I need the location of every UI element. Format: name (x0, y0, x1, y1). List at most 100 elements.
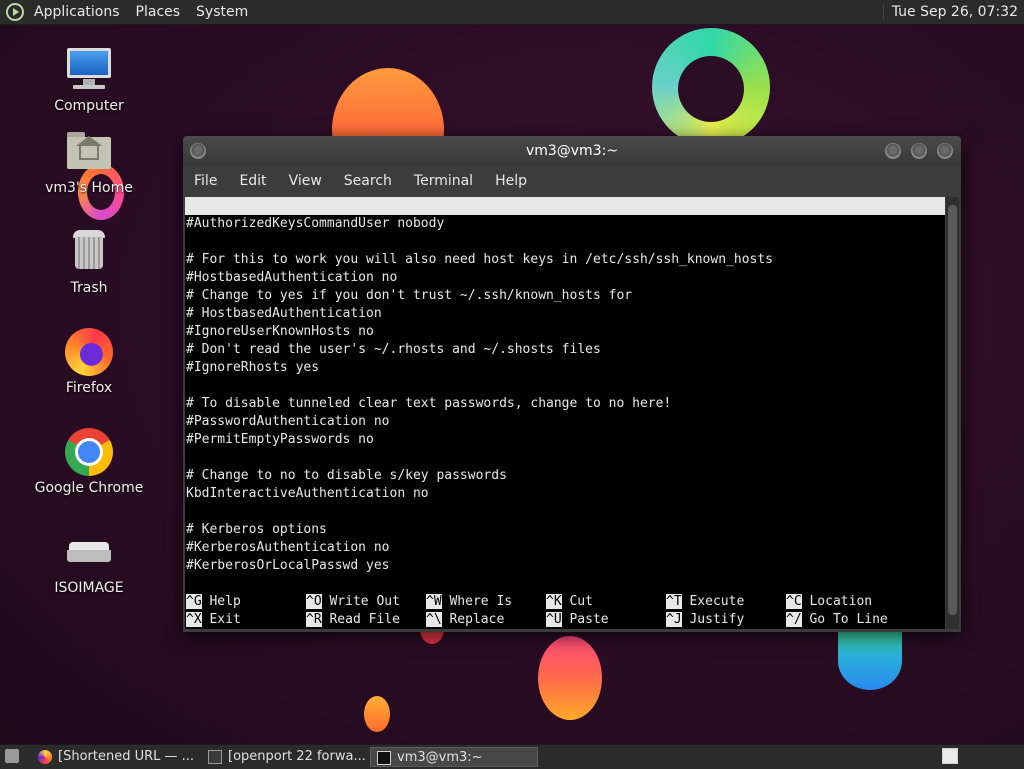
menu-places[interactable]: Places (128, 0, 189, 24)
firefox-icon (65, 328, 113, 376)
desktop-icon-label: vm3's Home (45, 180, 133, 196)
shortcut-key: ^W (426, 594, 442, 609)
terminal-screen[interactable]: GNU nano 7.2 /etc/ssh/sshd_config #Autho… (185, 197, 945, 629)
close-button[interactable] (937, 143, 953, 159)
desktop-icon-computer[interactable]: Computer (34, 46, 144, 114)
editor-line: # For this to work you will also need ho… (186, 252, 773, 267)
shortcut-write-out[interactable]: ^O Write Out (306, 593, 400, 611)
terminal-scrollbar[interactable] (946, 197, 959, 629)
menu-applications[interactable]: Applications (26, 0, 128, 24)
terminal-icon (377, 751, 391, 765)
shortcut-label: Go To Line (809, 612, 888, 627)
shortcut-key: ^/ (786, 612, 802, 627)
shortcut-key: ^R (306, 612, 322, 627)
menu-search[interactable]: Search (333, 166, 403, 196)
terminal-menu-bar: File Edit View Search Terminal Help (183, 166, 961, 196)
menu-system[interactable]: System (188, 0, 256, 24)
menu-help[interactable]: Help (484, 166, 538, 196)
editor-line: #IgnoreRhosts yes (186, 360, 320, 375)
taskbar-item-openport[interactable]: [openport 22 forwa... (202, 747, 368, 767)
drive-icon (65, 528, 113, 576)
taskbar-item-label: [openport 22 forwa... (228, 749, 366, 764)
shortcut-key: ^T (666, 594, 682, 609)
window-menu-button[interactable] (190, 143, 206, 159)
taskbar-item-label: vm3@vm3:~ (397, 750, 483, 765)
shortcut-label: Help (209, 594, 241, 609)
chrome-icon (65, 428, 113, 476)
shortcut-where-is[interactable]: ^W Where Is (426, 593, 512, 611)
shortcut-justify[interactable]: ^J Justify (666, 611, 744, 629)
top-panel: Applications Places System Tue Sep 26, 0… (0, 0, 1024, 25)
shortcut-key: ^\ (426, 612, 442, 627)
shortcut-location[interactable]: ^C Location (786, 593, 872, 611)
shortcut-key: ^O (306, 594, 322, 609)
menu-file[interactable]: File (183, 166, 228, 196)
shortcut-key: ^C (786, 594, 802, 609)
trash-icon (65, 228, 113, 276)
scrollbar-thumb[interactable] (948, 205, 957, 615)
taskbar-item-terminal[interactable]: vm3@vm3:~ (370, 747, 538, 767)
editor-line: #AuthorizedKeysCommandUser nobody (186, 216, 445, 231)
shortcut-label: Read File (329, 612, 400, 627)
shortcut-exit[interactable]: ^X Exit (186, 611, 241, 629)
desktop-icon-chrome[interactable]: Google Chrome (34, 428, 144, 496)
taskbar-item-firefox[interactable]: [Shortened URL — ... (32, 747, 200, 767)
wallpaper-blob (838, 632, 902, 690)
desktop-icon-firefox[interactable]: Firefox (34, 328, 144, 396)
computer-icon (65, 46, 113, 94)
wallpaper-ring (652, 28, 770, 146)
desktop-icon-isoimage[interactable]: ISOIMAGE (34, 528, 144, 596)
desktop-icon-trash[interactable]: Trash (34, 228, 144, 296)
shortcut-key: ^J (666, 612, 682, 627)
editor-line: #KerberosAuthentication no (186, 540, 390, 555)
menu-edit[interactable]: Edit (228, 166, 277, 196)
editor-line: # Change to no to disable s/key password… (186, 468, 507, 483)
editor-line: KbdInteractiveAuthentication no (186, 486, 429, 501)
window-icon (208, 750, 222, 764)
wallpaper-blob (538, 636, 602, 720)
editor-line: #KerberosOrLocalPasswd yes (186, 558, 390, 573)
menu-view[interactable]: View (278, 166, 333, 196)
firefox-icon (38, 750, 52, 764)
editor-line: # HostbasedAuthentication (186, 306, 382, 321)
desktop-icon-label: Firefox (65, 380, 113, 396)
show-desktop-icon[interactable] (5, 749, 19, 763)
shortcut-key: ^X (186, 612, 202, 627)
shortcut-go-to-line[interactable]: ^/ Go To Line (786, 611, 888, 629)
shortcut-label: Replace (449, 612, 505, 627)
editor-line: # Kerberos options (186, 522, 327, 537)
editor-line: #PermitEmptyPasswords no (186, 432, 374, 447)
editor-line: #PasswordAuthentication no (186, 414, 390, 429)
shortcut-label: Cut (569, 594, 593, 609)
shortcut-label: Where Is (449, 594, 513, 609)
workspace-switcher-icon[interactable] (942, 748, 958, 764)
shortcut-label: Write Out (329, 594, 400, 609)
shortcut-cut[interactable]: ^K Cut (546, 593, 593, 611)
shortcut-paste[interactable]: ^U Paste (546, 611, 609, 629)
desktop-icon-label: ISOIMAGE (54, 580, 124, 596)
editor-line: # Don't read the user's ~/.rhosts and ~/… (186, 342, 601, 357)
editor-line: #IgnoreUserKnownHosts no (186, 324, 374, 339)
taskbar-item-label: [Shortened URL — ... (58, 749, 195, 764)
shortcut-execute[interactable]: ^T Execute (666, 593, 744, 611)
desktop-icon-label: Computer (54, 98, 124, 114)
maximize-button[interactable] (911, 143, 927, 159)
menu-terminal[interactable]: Terminal (403, 166, 484, 196)
nano-filename: /etc/ssh/sshd_config (497, 234, 654, 249)
wallpaper-blob (364, 696, 390, 732)
minimize-button[interactable] (885, 143, 901, 159)
shortcut-label: Execute (689, 594, 745, 609)
desktop-icon-home[interactable]: vm3's Home (34, 128, 144, 196)
window-title-bar[interactable]: vm3@vm3:~ (183, 136, 961, 166)
shortcut-help[interactable]: ^G Help (186, 593, 241, 611)
applications-logo-icon[interactable] (6, 3, 24, 21)
shortcut-label: Exit (209, 612, 241, 627)
terminal-window: vm3@vm3:~ File Edit View Search Terminal… (183, 136, 961, 632)
shortcut-key: ^K (546, 594, 562, 609)
clock[interactable]: Tue Sep 26, 07:32 (882, 4, 1024, 20)
shortcut-read-file[interactable]: ^R Read File (306, 611, 400, 629)
editor-line: # To disable tunneled clear text passwor… (186, 396, 672, 411)
desktop-icon-label: Google Chrome (34, 480, 144, 496)
shortcut-replace[interactable]: ^\ Replace (426, 611, 504, 629)
bottom-taskbar: [Shortened URL — ... [openport 22 forwa.… (0, 744, 1024, 769)
